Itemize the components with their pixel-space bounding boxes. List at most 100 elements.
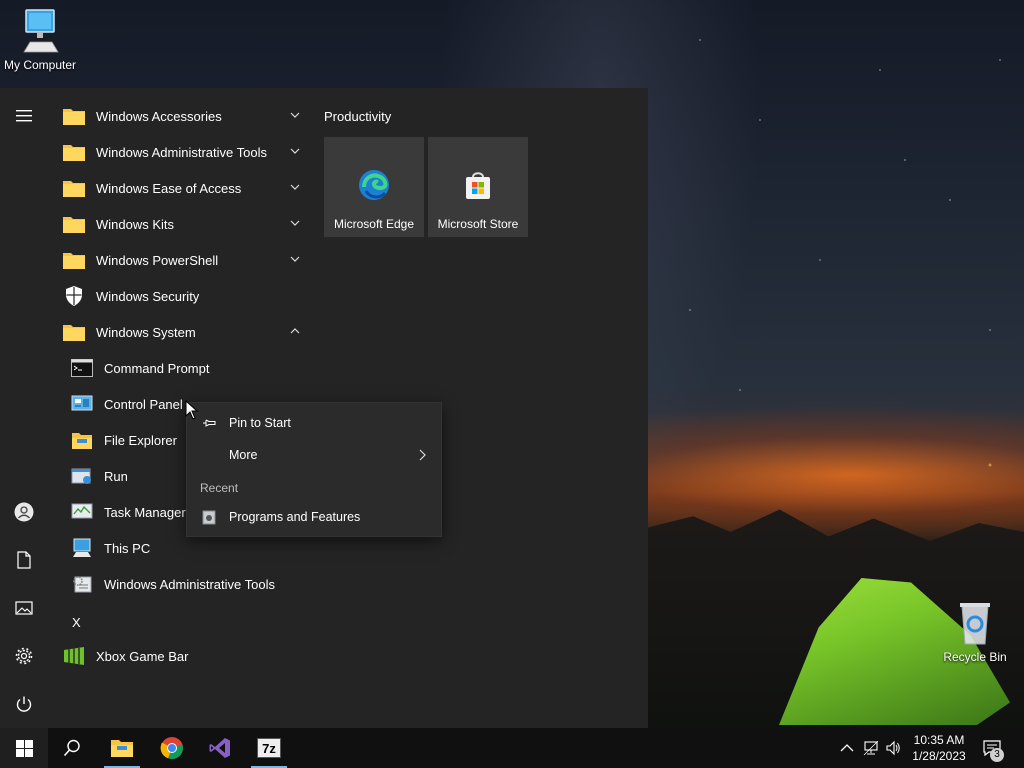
pin-icon bbox=[203, 419, 216, 427]
app-command-prompt[interactable]: Command Prompt bbox=[70, 350, 314, 386]
start-menu-rail bbox=[0, 88, 48, 728]
volume-icon[interactable] bbox=[885, 740, 901, 756]
programs-and-features-menu-item[interactable]: Programs and Features bbox=[187, 502, 441, 532]
hamburger-menu-icon bbox=[16, 110, 32, 122]
app-folder-windows-kits[interactable]: Windows Kits bbox=[62, 206, 306, 242]
app-label: Windows Kits bbox=[96, 216, 175, 232]
chevron-down-icon bbox=[290, 220, 300, 226]
chevron-right-icon bbox=[419, 449, 426, 461]
store-icon bbox=[466, 172, 490, 199]
command-prompt-icon bbox=[71, 359, 93, 377]
notification-count-badge: 3 bbox=[990, 748, 1004, 762]
app-label: Windows Ease of Access bbox=[96, 180, 242, 196]
app-folder-windows-system[interactable]: Windows System bbox=[62, 314, 306, 350]
settings-button[interactable] bbox=[0, 634, 48, 678]
pictures-icon bbox=[15, 601, 33, 615]
app-windows-administrative-tools[interactable]: Windows Administrative Tools bbox=[70, 566, 314, 602]
app-label: Task Manager bbox=[104, 504, 186, 520]
chrome-icon bbox=[160, 737, 183, 760]
admin-tools-icon bbox=[73, 576, 92, 593]
letter-group-header-x[interactable]: X bbox=[72, 615, 81, 630]
app-label: Command Prompt bbox=[104, 360, 210, 376]
search-icon bbox=[63, 739, 80, 757]
app-folder-windows-powershell[interactable]: Windows PowerShell bbox=[62, 242, 306, 278]
app-label: This PC bbox=[104, 540, 151, 556]
settings-gear-icon bbox=[15, 647, 33, 665]
search-button[interactable] bbox=[48, 728, 96, 768]
tile-microsoft-edge[interactable]: Microsoft Edge bbox=[324, 137, 424, 237]
tile-microsoft-store[interactable]: Microsoft Store bbox=[428, 137, 528, 237]
tile-label: Microsoft Store bbox=[437, 217, 519, 231]
taskbar-visual-studio[interactable] bbox=[196, 728, 244, 768]
folder-icon bbox=[63, 217, 85, 233]
chevron-down-icon bbox=[290, 256, 300, 262]
shield-icon bbox=[66, 286, 82, 306]
power-icon bbox=[16, 696, 32, 712]
app-label: Windows Security bbox=[96, 288, 200, 304]
control-panel-icon bbox=[71, 395, 93, 411]
folder-icon bbox=[63, 181, 85, 197]
clock[interactable]: 10:35 AM 1/28/2023 bbox=[908, 732, 970, 764]
start-button[interactable] bbox=[0, 728, 48, 768]
taskbar-7zip[interactable]: 7z bbox=[245, 728, 293, 768]
chevron-down-icon bbox=[290, 148, 300, 154]
tile-label: Microsoft Edge bbox=[333, 217, 415, 231]
more-menu-item[interactable]: More bbox=[187, 440, 441, 470]
user-account-button[interactable] bbox=[0, 490, 48, 534]
menu-item-label: Pin to Start bbox=[229, 416, 291, 430]
app-label: Run bbox=[104, 468, 128, 484]
context-menu: Pin to Start More Recent Programs and Fe… bbox=[186, 402, 442, 537]
recycle-bin-icon bbox=[960, 603, 990, 645]
chevron-down-icon bbox=[290, 112, 300, 118]
chevron-up-icon bbox=[290, 328, 300, 334]
app-label: Windows System bbox=[96, 324, 196, 340]
run-icon bbox=[71, 468, 91, 484]
app-folder-windows-accessories[interactable]: Windows Accessories bbox=[62, 98, 306, 134]
tile-group-title[interactable]: Productivity bbox=[324, 109, 391, 124]
expand-menu-button[interactable] bbox=[0, 94, 48, 138]
network-icon[interactable] bbox=[863, 740, 879, 756]
menu-item-label: Programs and Features bbox=[229, 510, 361, 524]
windows-start-icon bbox=[15, 739, 33, 757]
app-label: Xbox Game Bar bbox=[96, 648, 189, 664]
app-label: Windows Accessories bbox=[96, 108, 222, 124]
clock-date: 1/28/2023 bbox=[912, 749, 966, 763]
folder-icon bbox=[63, 325, 85, 341]
computer-icon bbox=[23, 9, 59, 53]
app-xbox-game-bar[interactable]: Xbox Game Bar bbox=[62, 638, 306, 674]
show-hidden-icons-chevron-up-icon[interactable] bbox=[839, 740, 855, 756]
file-explorer-icon bbox=[72, 433, 92, 449]
app-label: Control Panel bbox=[104, 396, 183, 412]
7zip-icon: 7z bbox=[257, 738, 281, 758]
taskbar-chrome[interactable] bbox=[148, 728, 196, 768]
desktop-icon-recycle-bin[interactable]: Recycle Bin bbox=[935, 600, 1015, 664]
xbox-game-bar-icon bbox=[64, 647, 84, 665]
folder-icon bbox=[63, 145, 85, 161]
this-pc-icon bbox=[73, 538, 91, 557]
desktop-icon-label: My Computer bbox=[3, 58, 77, 72]
app-windows-security[interactable]: Windows Security bbox=[62, 278, 306, 314]
pictures-button[interactable] bbox=[0, 586, 48, 630]
recent-section-header: Recent bbox=[200, 481, 239, 495]
chevron-down-icon bbox=[290, 184, 300, 190]
user-account-icon bbox=[14, 502, 34, 522]
documents-button[interactable] bbox=[0, 538, 48, 582]
app-label: File Explorer bbox=[104, 432, 177, 448]
taskbar-file-explorer[interactable] bbox=[98, 728, 146, 768]
app-label: Windows PowerShell bbox=[96, 252, 219, 268]
app-folder-windows-administrative-tools[interactable]: Windows Administrative Tools bbox=[62, 134, 306, 170]
programs-and-features-icon bbox=[202, 510, 216, 525]
app-folder-windows-ease-of-access[interactable]: Windows Ease of Access bbox=[62, 170, 306, 206]
svg-text:7z: 7z bbox=[262, 741, 276, 756]
mouse-cursor-icon bbox=[185, 400, 199, 420]
clock-time: 10:35 AM bbox=[913, 733, 965, 747]
menu-item-label: More bbox=[229, 448, 258, 462]
pin-to-start-menu-item[interactable]: Pin to Start bbox=[187, 408, 441, 438]
desktop-icon-my-computer[interactable]: My Computer bbox=[0, 8, 80, 72]
folder-icon bbox=[63, 253, 85, 269]
documents-icon bbox=[17, 551, 31, 569]
desktop-icon-label: Recycle Bin bbox=[943, 650, 1007, 664]
folder-icon bbox=[63, 109, 85, 125]
power-button[interactable] bbox=[0, 682, 48, 726]
edge-icon bbox=[359, 170, 389, 200]
